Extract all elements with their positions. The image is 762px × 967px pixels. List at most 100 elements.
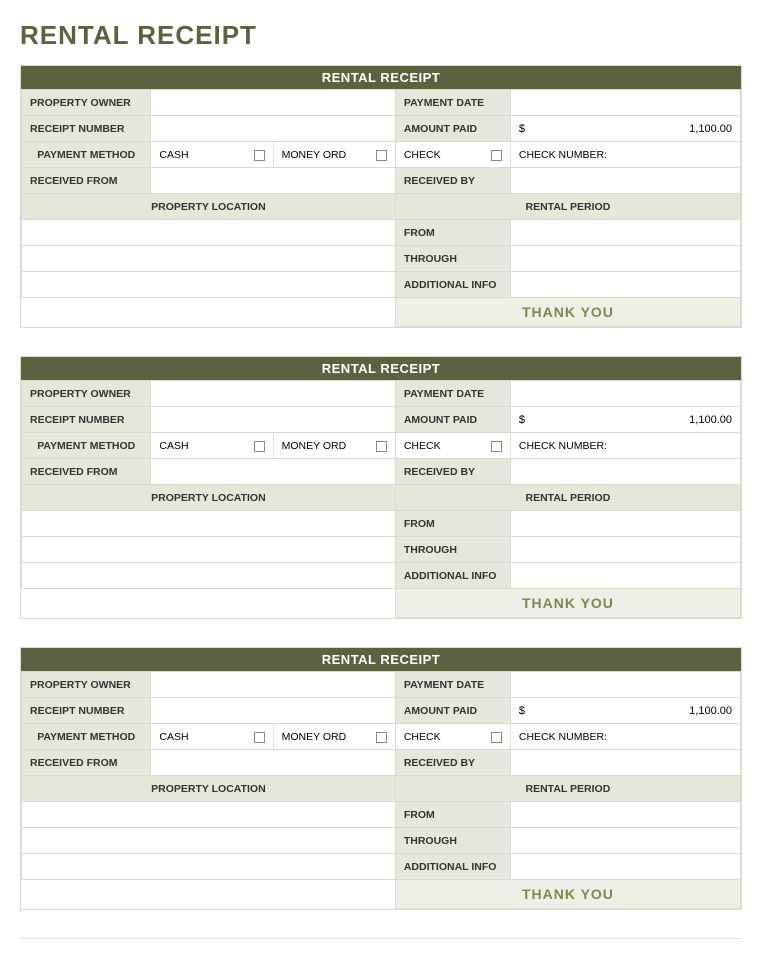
value-check-number[interactable]: CHECK NUMBER: <box>510 142 740 168</box>
value-amount-paid[interactable]: $ 1,100.00 <box>510 407 740 433</box>
checkbox-check[interactable] <box>491 732 502 743</box>
checkbox-cash[interactable] <box>254 150 265 161</box>
value-receipt-number[interactable] <box>151 116 395 142</box>
value-received-from[interactable] <box>151 459 395 485</box>
payment-check-cell[interactable]: CHECK <box>395 142 510 168</box>
label-check-number: CHECK NUMBER: <box>519 440 607 452</box>
thank-you: THANK YOU <box>395 880 740 909</box>
label-amount-paid: AMOUNT PAID <box>395 698 510 724</box>
checkbox-check[interactable] <box>491 441 502 452</box>
value-property-location-1[interactable] <box>22 511 396 537</box>
page-title: RENTAL RECEIPT <box>20 20 742 51</box>
label-through: THROUGH <box>395 246 510 272</box>
value-property-location-3[interactable] <box>22 563 396 589</box>
label-received-from: RECEIVED FROM <box>22 459 151 485</box>
value-amount-paid[interactable]: $ 1,100.00 <box>510 698 740 724</box>
label-amount-paid: AMOUNT PAID <box>395 407 510 433</box>
value-property-location-1[interactable] <box>22 802 396 828</box>
value-from[interactable] <box>510 802 740 828</box>
value-check-number[interactable]: CHECK NUMBER: <box>510 724 740 750</box>
value-through[interactable] <box>510 246 740 272</box>
receipt-header: RENTAL RECEIPT <box>21 648 741 671</box>
value-property-owner[interactable] <box>151 90 395 116</box>
payment-moneyord-cell[interactable]: MONEY ORD <box>273 724 395 750</box>
label-payment-date: PAYMENT DATE <box>395 381 510 407</box>
label-payment-method: PAYMENT METHOD <box>22 142 151 168</box>
checkbox-check[interactable] <box>491 150 502 161</box>
value-received-by[interactable] <box>510 168 740 194</box>
value-property-owner[interactable] <box>151 672 395 698</box>
label-from: FROM <box>395 802 510 828</box>
label-property-owner: PROPERTY OWNER <box>22 90 151 116</box>
label-additional-info: ADDITIONAL INFO <box>395 854 510 880</box>
value-property-location-3[interactable] <box>22 272 396 298</box>
label-property-location: PROPERTY LOCATION <box>22 485 396 511</box>
value-payment-date[interactable] <box>510 672 740 698</box>
value-through[interactable] <box>510 828 740 854</box>
value-property-owner[interactable] <box>151 381 395 407</box>
receipt-table: PROPERTY OWNER PAYMENT DATE RECEIPT NUMB… <box>21 89 741 327</box>
checkbox-money-ord[interactable] <box>376 441 387 452</box>
checkbox-cash[interactable] <box>254 441 265 452</box>
label-rental-period: RENTAL PERIOD <box>395 194 740 220</box>
label-cash: CASH <box>159 731 188 743</box>
value-from[interactable] <box>510 220 740 246</box>
label-check: CHECK <box>404 731 441 743</box>
value-additional-info[interactable] <box>510 854 740 880</box>
receipt-table: PROPERTY OWNER PAYMENT DATE RECEIPT NUMB… <box>21 671 741 909</box>
value-property-location-3[interactable] <box>22 854 396 880</box>
label-cash: CASH <box>159 440 188 452</box>
checkbox-money-ord[interactable] <box>376 150 387 161</box>
label-from: FROM <box>395 220 510 246</box>
payment-moneyord-cell[interactable]: MONEY ORD <box>273 142 395 168</box>
payment-moneyord-cell[interactable]: MONEY ORD <box>273 433 395 459</box>
value-receipt-number[interactable] <box>151 698 395 724</box>
receipt-table: PROPERTY OWNER PAYMENT DATE RECEIPT NUMB… <box>21 380 741 618</box>
payment-check-cell[interactable]: CHECK <box>395 433 510 459</box>
payment-cash-cell[interactable]: CASH <box>151 433 273 459</box>
checkbox-money-ord[interactable] <box>376 732 387 743</box>
value-check-number[interactable]: CHECK NUMBER: <box>510 433 740 459</box>
label-money-ord: MONEY ORD <box>282 731 347 743</box>
label-receipt-number: RECEIPT NUMBER <box>22 407 151 433</box>
label-payment-date: PAYMENT DATE <box>395 90 510 116</box>
value-additional-info[interactable] <box>510 563 740 589</box>
value-received-from[interactable] <box>151 168 395 194</box>
receipt-header: RENTAL RECEIPT <box>21 357 741 380</box>
value-payment-date[interactable] <box>510 90 740 116</box>
label-property-owner: PROPERTY OWNER <box>22 672 151 698</box>
label-check: CHECK <box>404 440 441 452</box>
label-payment-method: PAYMENT METHOD <box>22 433 151 459</box>
value-additional-info[interactable] <box>510 272 740 298</box>
value-property-location-2[interactable] <box>22 246 396 272</box>
value-amount-paid[interactable]: $ 1,100.00 <box>510 116 740 142</box>
value-through[interactable] <box>510 537 740 563</box>
label-payment-date: PAYMENT DATE <box>395 672 510 698</box>
amount-value: 1,100.00 <box>689 705 732 717</box>
currency-symbol: $ <box>519 123 525 135</box>
label-through: THROUGH <box>395 537 510 563</box>
label-received-by: RECEIVED BY <box>395 459 510 485</box>
payment-cash-cell[interactable]: CASH <box>151 142 273 168</box>
value-property-location-1[interactable] <box>22 220 396 246</box>
value-from[interactable] <box>510 511 740 537</box>
receipt: RENTAL RECEIPT PROPERTY OWNER PAYMENT DA… <box>20 356 742 619</box>
label-rental-period: RENTAL PERIOD <box>395 485 740 511</box>
amount-value: 1,100.00 <box>689 414 732 426</box>
label-money-ord: MONEY ORD <box>282 149 347 161</box>
currency-symbol: $ <box>519 705 525 717</box>
label-received-by: RECEIVED BY <box>395 750 510 776</box>
label-receipt-number: RECEIPT NUMBER <box>22 116 151 142</box>
value-property-location-2[interactable] <box>22 537 396 563</box>
checkbox-cash[interactable] <box>254 732 265 743</box>
value-received-by[interactable] <box>510 459 740 485</box>
empty-cell <box>22 298 396 327</box>
value-receipt-number[interactable] <box>151 407 395 433</box>
receipt: RENTAL RECEIPT PROPERTY OWNER PAYMENT DA… <box>20 65 742 328</box>
value-received-by[interactable] <box>510 750 740 776</box>
payment-cash-cell[interactable]: CASH <box>151 724 273 750</box>
payment-check-cell[interactable]: CHECK <box>395 724 510 750</box>
value-received-from[interactable] <box>151 750 395 776</box>
value-property-location-2[interactable] <box>22 828 396 854</box>
value-payment-date[interactable] <box>510 381 740 407</box>
